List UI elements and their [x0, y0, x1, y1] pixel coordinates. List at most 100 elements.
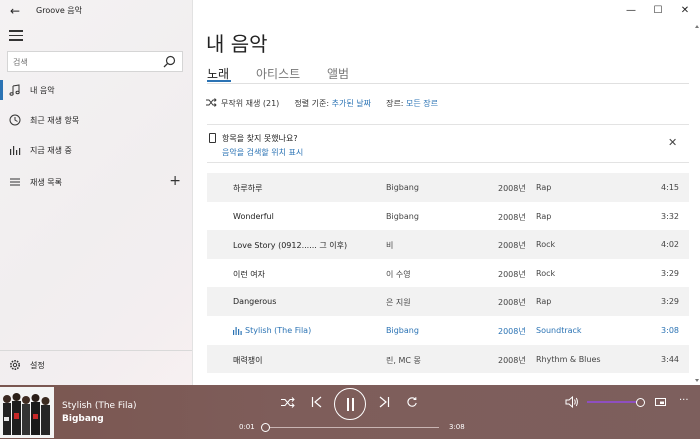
title-bar: ← Groove 음악 — ☐ ✕ [0, 0, 700, 22]
song-year: 2008년 [498, 241, 526, 251]
song-title: Stylish (The Fila) [245, 325, 312, 335]
seek-thumb[interactable] [261, 423, 271, 432]
tab-selected-indicator [207, 80, 231, 82]
genre-dropdown[interactable]: 모든 장르 [406, 99, 438, 108]
shuffle-all-button[interactable]: 무작위 재생 (21) [206, 98, 280, 108]
song-artist[interactable]: 이 수영 [386, 269, 411, 280]
song-artist[interactable]: Bigbang [386, 212, 419, 221]
previous-button[interactable] [311, 396, 323, 408]
sort-prefix: 정렬 기준: [294, 99, 330, 108]
tab-artists[interactable]: 아티스트 [256, 65, 300, 82]
maximize-button[interactable]: ☐ [643, 0, 673, 22]
song-duration: 4:02 [661, 240, 679, 250]
sidebar: 내 음악 최근 재생 항목 지금 재생 중 재생 목록 + 설 [0, 0, 193, 385]
seek-track[interactable] [265, 427, 439, 428]
total-time: 3:08 [449, 423, 465, 431]
song-row[interactable]: Stylish (The Fila) Bigbang 2008년 Soundtrack… [207, 316, 689, 345]
song-title: Love Story (0912...... 그 이후) [233, 241, 348, 251]
sidebar-item-label: 최근 재생 항목 [30, 116, 80, 125]
song-duration: 3:32 [661, 211, 679, 221]
shuffle-label: 무작위 재생 (21) [221, 99, 280, 108]
mini-player-icon[interactable] [655, 398, 666, 406]
now-playing-title: Stylish (The Fila) [62, 401, 137, 411]
song-duration: 4:15 [661, 183, 679, 192]
hint-question: 항목을 찾지 못했나요? [222, 134, 298, 143]
scrollbar[interactable] [694, 22, 700, 385]
sidebar-item-playlists[interactable]: 재생 목록 + [0, 169, 192, 195]
song-row[interactable]: 하루하루 Bigbang 2008년 Rap 4:15 [207, 173, 689, 202]
add-playlist-button[interactable]: + [169, 173, 181, 189]
gear-icon [10, 360, 20, 370]
song-duration: 3:44 [661, 354, 679, 364]
shuffle-button[interactable] [281, 397, 295, 408]
tab-albums[interactable]: 앨범 [327, 65, 349, 82]
song-genre[interactable]: Rock [536, 240, 555, 249]
sidebar-item-label: 지금 재생 중 [30, 146, 72, 155]
song-row[interactable]: Wonderful Bigbang 2008년 Rap 3:32 [207, 202, 689, 231]
song-title: 이런 여자 [233, 269, 265, 279]
song-genre[interactable]: Rock [536, 269, 555, 278]
show-music-locations-link[interactable]: 음악을 검색할 위치 표시 [222, 147, 303, 158]
app-title: Groove 음악 [36, 6, 83, 15]
song-title: Dangerous [233, 297, 277, 307]
next-button[interactable] [378, 396, 390, 408]
song-artist[interactable]: 비 [386, 240, 393, 251]
music-note-icon [9, 84, 20, 96]
song-row[interactable]: Dangerous 은 지원 2008년 Rap 3:29 [207, 287, 689, 316]
bars-icon [10, 146, 21, 155]
hint-close-icon[interactable]: ✕ [668, 136, 677, 149]
song-title: 매력쟁이 [233, 355, 263, 365]
song-year: 2008년 [498, 269, 526, 279]
now-playing-bars-icon [233, 326, 242, 335]
now-playing-artist[interactable]: Bigbang [62, 414, 104, 424]
song-list: 하루하루 Bigbang 2008년 Rap 4:15 Wonderful Bigbang 2… [207, 173, 689, 374]
song-row[interactable]: 매력쟁이 린, MC 몽 2008년 Rhythm & Blues 3:44 [207, 344, 689, 374]
song-title: Wonderful [233, 211, 274, 221]
song-genre[interactable]: Rap [536, 183, 551, 192]
song-duration: 3:29 [661, 297, 679, 307]
song-toolbar: 무작위 재생 (21) 정렬 기준: 추가된 날짜 장르: 모든 장르 [206, 98, 438, 110]
song-row[interactable]: 이런 여자 이 수영 2008년 Rock 3:29 [207, 259, 689, 288]
more-options-icon[interactable]: ··· [679, 395, 689, 406]
song-year: 2008년 [498, 184, 526, 193]
shuffle-icon [206, 98, 217, 107]
sidebar-item-label: 재생 목록 [30, 178, 62, 187]
tab-divider [207, 83, 689, 84]
volume-slider[interactable] [587, 401, 640, 403]
search-icon[interactable] [163, 55, 176, 68]
sidebar-item-label: 내 음악 [30, 86, 55, 95]
search-input[interactable] [13, 55, 163, 69]
volume-thumb[interactable] [635, 397, 645, 407]
hamburger-menu-icon[interactable] [9, 30, 23, 41]
back-button[interactable]: ← [6, 3, 24, 19]
sidebar-item-recent[interactable]: 최근 재생 항목 [0, 107, 192, 133]
song-artist[interactable]: 린, MC 몽 [386, 355, 421, 366]
song-artist[interactable]: Bigbang [386, 326, 419, 335]
song-genre[interactable]: Rap [536, 212, 551, 221]
song-duration: 3:08 [661, 325, 679, 335]
album-art[interactable] [0, 387, 54, 438]
volume-icon[interactable] [565, 396, 579, 408]
hint-divider [207, 162, 689, 163]
now-playing-bar: Stylish (The Fila) Bigbang 0:01 3:08 ··· [0, 385, 700, 439]
song-year: 2008년 [498, 326, 526, 336]
song-genre[interactable]: Rhythm & Blues [536, 355, 601, 364]
song-row[interactable]: Love Story (0912...... 그 이후) 비 2008년 Rock 4:… [207, 230, 689, 259]
song-duration: 3:29 [661, 268, 679, 278]
sidebar-item-my-music[interactable]: 내 음악 [0, 77, 192, 103]
clock-icon [9, 114, 21, 126]
song-genre[interactable]: Rap [536, 297, 551, 306]
sidebar-item-settings[interactable]: 설정 [0, 352, 192, 378]
repeat-button[interactable] [406, 396, 418, 408]
pause-button[interactable] [334, 388, 366, 420]
song-genre[interactable]: Soundtrack [536, 326, 582, 335]
search-box[interactable] [7, 51, 183, 72]
song-artist[interactable]: Bigbang [386, 183, 419, 192]
elapsed-time: 0:01 [239, 423, 255, 431]
sidebar-item-now-playing[interactable]: 지금 재생 중 [0, 137, 192, 163]
pause-icon [346, 398, 355, 411]
song-artist[interactable]: 은 지원 [386, 297, 411, 308]
minimize-button[interactable]: — [616, 0, 646, 22]
sort-dropdown[interactable]: 추가된 날짜 [332, 99, 371, 108]
close-button[interactable]: ✕ [670, 0, 700, 22]
